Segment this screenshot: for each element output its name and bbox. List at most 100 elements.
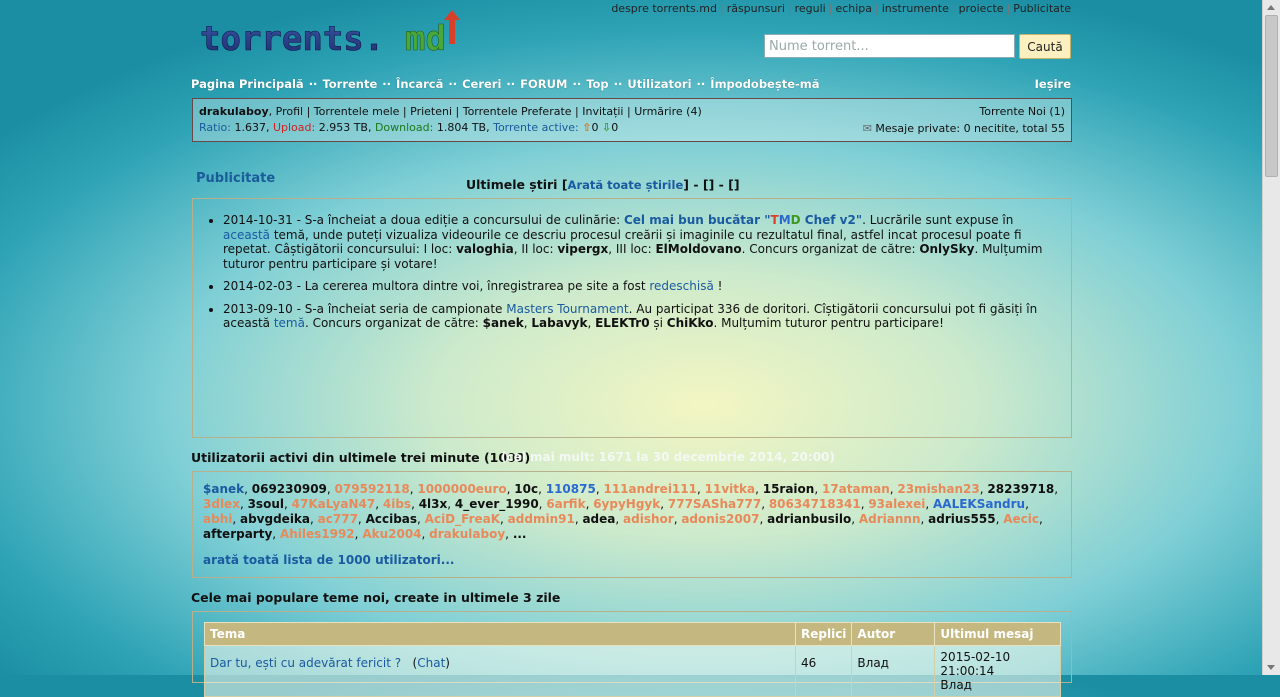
user-link[interactable]: $anek xyxy=(483,316,524,330)
user-link[interactable]: ChiKko xyxy=(667,316,714,330)
active-user-link[interactable]: Aku2004 xyxy=(362,527,421,541)
user-link[interactable]: Labavyk xyxy=(531,316,587,330)
site-logo[interactable]: torrents. md xyxy=(200,10,470,60)
nav-item[interactable]: Cereri xyxy=(462,77,501,91)
active-user-link[interactable]: 23mishan23 xyxy=(897,482,979,496)
news-link[interactable]: această xyxy=(223,228,270,242)
top-link[interactable]: reguli xyxy=(795,2,826,15)
active-user-link[interactable]: drakulaboy xyxy=(429,527,505,541)
active-user-link[interactable]: 6arfik xyxy=(546,497,585,511)
nav-item[interactable]: FORUM xyxy=(520,77,567,91)
active-user-link[interactable]: 11vitka xyxy=(705,482,755,496)
active-user-link[interactable]: 47KaLyaN47 xyxy=(292,497,376,511)
news-heading: Ultimele știri [Arată toate știrile] - [… xyxy=(466,177,740,192)
page-scrollbar[interactable] xyxy=(1262,0,1280,675)
user-link[interactable]: valoghia xyxy=(456,242,514,256)
user-menu-links[interactable]: , Profil | Torrentele mele | Prieteni | … xyxy=(269,105,702,118)
username-link[interactable]: drakulaboy xyxy=(199,105,269,118)
user-link[interactable]: vipergx xyxy=(557,242,608,256)
show-all-users-link[interactable]: arată toată lista de 1000 utilizatori... xyxy=(203,553,454,567)
news-link[interactable]: Masters Tournament xyxy=(506,302,628,316)
news-text: . Mulțumim tuturor pentru participare! xyxy=(713,316,944,330)
nav-item[interactable]: Împodobește-mă xyxy=(710,77,819,91)
active-user-link[interactable]: 3dlex xyxy=(203,497,240,511)
active-user-link[interactable]: AciD_FreaK xyxy=(425,512,500,526)
top-link[interactable]: echipa xyxy=(835,2,872,15)
logout-link[interactable]: Ieșire xyxy=(1035,77,1071,91)
active-user-link[interactable]: 4l3x xyxy=(419,497,448,511)
active-user-link[interactable]: AALEKSandru xyxy=(933,497,1025,511)
active-user-link[interactable]: 3soul xyxy=(248,497,284,511)
nav-item[interactable]: Top xyxy=(586,77,608,91)
active-label: Torrente active: xyxy=(493,121,579,134)
active-user-link[interactable]: 069230909 xyxy=(252,482,327,496)
popular-topics-title: Cele mai populare teme noi, create in ul… xyxy=(191,590,561,605)
new-torrents-link[interactable]: Torrente Noi (1) xyxy=(979,105,1065,118)
scroll-down-icon[interactable] xyxy=(1267,665,1275,670)
news-link[interactable]: temă xyxy=(274,316,305,330)
active-user-link[interactable]: 10c xyxy=(514,482,538,496)
search-button[interactable]: Caută xyxy=(1019,34,1071,59)
active-user-link[interactable]: 4_ever_1990 xyxy=(455,497,539,511)
news-text: ! xyxy=(713,279,723,293)
top-link[interactable]: instrumente xyxy=(882,2,949,15)
forum-link[interactable]: Chat xyxy=(417,656,445,670)
news-link[interactable]: redeschisă xyxy=(649,279,713,293)
active-user-link[interactable]: $anek xyxy=(203,482,244,496)
active-user-link[interactable]: adea xyxy=(582,512,615,526)
nav-item[interactable]: Torrente xyxy=(322,77,377,91)
top-link[interactable]: răspunsuri xyxy=(727,2,785,15)
private-messages[interactable]: ✉ Mesaje private: 0 necitite, total 55 xyxy=(863,122,1065,135)
tmd-m: M xyxy=(778,213,791,227)
news-link[interactable]: Cel mai bun bucătar "TMD Chef v2" xyxy=(624,213,862,227)
active-user-link[interactable]: addmin91 xyxy=(508,512,575,526)
search-input[interactable] xyxy=(764,34,1015,58)
news-link-text: Cel mai bun bucătar " xyxy=(623,213,771,227)
nav-item[interactable]: Pagina Principală xyxy=(191,77,304,91)
active-user-link[interactable]: Adriannn xyxy=(859,512,921,526)
active-user-link[interactable]: 17ataman xyxy=(822,482,890,496)
active-user-link[interactable]: Ahiles1992 xyxy=(280,527,355,541)
nav-item[interactable]: Încarcă xyxy=(396,77,443,91)
user-link[interactable]: ElMoldovano xyxy=(655,242,741,256)
scroll-up-icon[interactable] xyxy=(1267,5,1275,10)
ad-label: Publicitate xyxy=(196,171,276,186)
show-all-news-link[interactable]: Arată toate știrile xyxy=(568,178,684,192)
nav-item[interactable]: Utilizatori xyxy=(627,77,691,91)
active-user-link[interactable]: 93alexei xyxy=(868,497,925,511)
user-stats: Ratio: 1.637, Upload: 2.953 TB, Download… xyxy=(199,121,618,134)
top-link[interactable]: despre torrents.md xyxy=(611,2,717,15)
user-link[interactable]: ELEKTr0 xyxy=(595,316,649,330)
active-user-link[interactable]: 15raion xyxy=(763,482,815,496)
author-link[interactable]: Влад xyxy=(857,656,889,670)
download-value: 1.804 TB, xyxy=(436,121,490,134)
active-user-link[interactable]: 777SASha777 xyxy=(668,497,761,511)
active-user-link[interactable]: 80634718341 xyxy=(769,497,861,511)
scrollbar-thumb[interactable] xyxy=(1265,15,1278,177)
active-users-record: (cel mai mult: 1671 la 30 decembrie 2014… xyxy=(501,450,835,464)
active-user-link[interactable]: abvgdeika xyxy=(240,512,310,526)
active-user-link[interactable]: ac777 xyxy=(318,512,358,526)
active-user-link[interactable]: 111andrei111 xyxy=(603,482,697,496)
news-box: 2014-10-31 - S-a încheiat a doua ediție … xyxy=(192,198,1072,438)
active-user-link[interactable]: adrianbusilo xyxy=(767,512,851,526)
active-user-link[interactable]: 4ibs xyxy=(383,497,411,511)
active-user-link[interactable]: afterparty xyxy=(203,527,272,541)
active-user-link[interactable]: 1000000euro xyxy=(417,482,506,496)
last-message-user[interactable]: Влад xyxy=(940,678,972,692)
active-user-link[interactable]: Accibas xyxy=(366,512,417,526)
active-user-link[interactable]: 079592118 xyxy=(335,482,410,496)
author-cell: Влад xyxy=(851,645,936,697)
user-link[interactable]: OnlySky xyxy=(919,242,974,256)
active-user-link[interactable]: adonis2007 xyxy=(681,512,759,526)
active-user-link[interactable]: abhi xyxy=(203,512,232,526)
top-link[interactable]: proiecte xyxy=(959,2,1004,15)
active-user-link[interactable]: 6ypyHgyk xyxy=(593,497,660,511)
topic-link[interactable]: Dar tu, ești cu adevărat fericit ? xyxy=(210,656,401,670)
active-user-link[interactable]: adrius555 xyxy=(928,512,995,526)
active-user-link[interactable]: Aecic xyxy=(1003,512,1039,526)
active-user-link[interactable]: 110875 xyxy=(546,482,596,496)
active-user-link[interactable]: adishor xyxy=(623,512,674,526)
active-user-link[interactable]: 28239718 xyxy=(987,482,1054,496)
top-link[interactable]: Publicitate xyxy=(1013,2,1071,15)
